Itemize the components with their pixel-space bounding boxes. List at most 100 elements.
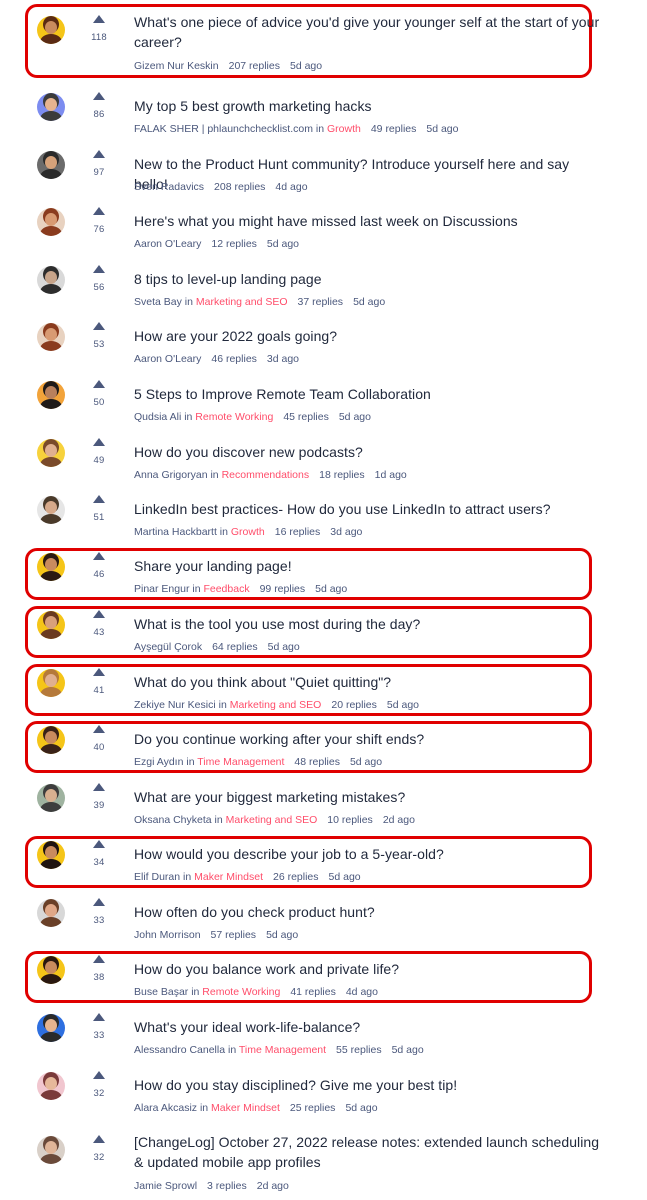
author-name[interactable]: Sveta Bay: [134, 296, 182, 308]
upvote-button[interactable]: 41: [82, 668, 116, 696]
upvote-button[interactable]: 32: [82, 1071, 116, 1099]
discussion-title[interactable]: Do you continue working after your shift…: [134, 729, 604, 749]
discussion-item[interactable]: 76 Here's what you might have missed last…: [0, 207, 647, 257]
reply-count[interactable]: 99 replies: [260, 583, 306, 595]
upvote-button[interactable]: 46: [82, 552, 116, 580]
reply-count[interactable]: 26 replies: [273, 871, 319, 883]
topic-link[interactable]: Time Management: [239, 1044, 326, 1056]
author-name[interactable]: FALAK SHER | phlaunchchecklist.com: [134, 123, 313, 135]
upvote-button[interactable]: 33: [82, 1013, 116, 1041]
reply-count[interactable]: 12 replies: [211, 238, 257, 250]
discussion-item[interactable]: 33 How often do you check product hunt? Jo…: [0, 898, 647, 948]
reply-count[interactable]: 25 replies: [290, 1102, 336, 1114]
discussion-item[interactable]: 118 What's one piece of advice you'd give…: [0, 8, 647, 76]
reply-count[interactable]: 208 replies: [214, 181, 265, 193]
discussion-title[interactable]: How are your 2022 goals going?: [134, 326, 604, 346]
discussion-title[interactable]: Here's what you might have missed last w…: [134, 211, 604, 231]
upvote-button[interactable]: 34: [82, 840, 116, 868]
author-name[interactable]: Ayşegül Çorok: [134, 641, 202, 653]
topic-link[interactable]: Remote Working: [195, 411, 273, 423]
reply-count[interactable]: 16 replies: [275, 526, 321, 538]
upvote-button[interactable]: 40: [82, 725, 116, 753]
author-name[interactable]: Oksana Chyketa: [134, 814, 212, 826]
topic-link[interactable]: Marketing and SEO: [226, 814, 318, 826]
upvote-button[interactable]: 53: [82, 322, 116, 350]
author-name[interactable]: John Morrison: [134, 929, 201, 941]
discussion-title[interactable]: What do you think about "Quiet quitting"…: [134, 672, 604, 692]
reply-count[interactable]: 10 replies: [327, 814, 373, 826]
reply-count[interactable]: 41 replies: [290, 986, 336, 998]
upvote-button[interactable]: 97: [82, 150, 116, 178]
upvote-button[interactable]: 51: [82, 495, 116, 523]
discussion-item[interactable]: 53 How are your 2022 goals going? Aaron O'…: [0, 322, 647, 372]
discussion-title[interactable]: Share your landing page!: [134, 556, 604, 576]
avatar[interactable]: [37, 439, 65, 467]
avatar[interactable]: [37, 899, 65, 927]
discussion-title[interactable]: What's your ideal work-life-balance?: [134, 1017, 604, 1037]
topic-link[interactable]: Growth: [231, 526, 265, 538]
discussion-item[interactable]: 39 What are your biggest marketing mistak…: [0, 783, 647, 833]
discussion-title[interactable]: How often do you check product hunt?: [134, 902, 604, 922]
topic-link[interactable]: Feedback: [203, 583, 249, 595]
author-name[interactable]: Elif Duran: [134, 871, 180, 883]
avatar[interactable]: [37, 784, 65, 812]
upvote-button[interactable]: 39: [82, 783, 116, 811]
upvote-button[interactable]: 49: [82, 438, 116, 466]
upvote-button[interactable]: 32: [82, 1135, 116, 1163]
avatar[interactable]: [37, 1072, 65, 1100]
avatar[interactable]: [37, 323, 65, 351]
author-name[interactable]: Zekiye Nur Kesici: [134, 699, 216, 711]
avatar[interactable]: [37, 611, 65, 639]
avatar[interactable]: [37, 381, 65, 409]
author-name[interactable]: Gizem Nur Keskin: [134, 60, 219, 72]
upvote-button[interactable]: 43: [82, 610, 116, 638]
discussion-title[interactable]: How would you describe your job to a 5-y…: [134, 844, 604, 864]
discussion-title[interactable]: What are your biggest marketing mistakes…: [134, 787, 604, 807]
discussion-item[interactable]: 56 8 tips to level-up landing page Sveta B…: [0, 265, 647, 315]
author-name[interactable]: Aaron O'Leary: [134, 238, 201, 250]
author-name[interactable]: Pinar Engur: [134, 583, 189, 595]
avatar[interactable]: [37, 208, 65, 236]
discussion-item[interactable]: 33 What's your ideal work-life-balance? Al…: [0, 1013, 647, 1063]
discussion-item[interactable]: 43 What is the tool you use most during t…: [0, 610, 647, 660]
upvote-button[interactable]: 38: [82, 955, 116, 983]
avatar[interactable]: [37, 841, 65, 869]
author-name[interactable]: Alessandro Canella: [134, 1044, 225, 1056]
avatar[interactable]: [37, 16, 65, 44]
avatar[interactable]: [37, 496, 65, 524]
discussion-item[interactable]: 97 New to the Product Hunt community? Int…: [0, 150, 647, 200]
author-name[interactable]: Jamie Sprowl: [134, 1180, 197, 1192]
reply-count[interactable]: 48 replies: [294, 756, 340, 768]
avatar[interactable]: [37, 151, 65, 179]
upvote-button[interactable]: 118: [82, 15, 116, 43]
author-name[interactable]: Alara Akcasiz: [134, 1102, 197, 1114]
topic-link[interactable]: Marketing and SEO: [230, 699, 322, 711]
avatar[interactable]: [37, 669, 65, 697]
discussion-title[interactable]: 5 Steps to Improve Remote Team Collabora…: [134, 384, 604, 404]
discussion-item[interactable]: 50 5 Steps to Improve Remote Team Collabo…: [0, 380, 647, 430]
topic-link[interactable]: Remote Working: [202, 986, 280, 998]
discussion-item[interactable]: 46 Share your landing page! Pinar Engur in…: [0, 552, 647, 602]
discussion-item[interactable]: 86 My top 5 best growth marketing hacks FA…: [0, 92, 647, 142]
reply-count[interactable]: 37 replies: [298, 296, 344, 308]
topic-link[interactable]: Recommendations: [222, 469, 310, 481]
topic-link[interactable]: Time Management: [197, 756, 284, 768]
discussion-item[interactable]: 40 Do you continue working after your shi…: [0, 725, 647, 775]
discussion-title[interactable]: My top 5 best growth marketing hacks: [134, 96, 604, 116]
discussion-title[interactable]: How do you balance work and private life…: [134, 959, 604, 979]
discussion-title[interactable]: How do you stay disciplined? Give me you…: [134, 1075, 604, 1095]
avatar[interactable]: [37, 726, 65, 754]
discussion-item[interactable]: 34 How would you describe your job to a 5…: [0, 840, 647, 890]
discussion-title[interactable]: How do you discover new podcasts?: [134, 442, 604, 462]
avatar[interactable]: [37, 266, 65, 294]
topic-link[interactable]: Maker Mindset: [211, 1102, 280, 1114]
reply-count[interactable]: 55 replies: [336, 1044, 382, 1056]
topic-link[interactable]: Growth: [327, 123, 361, 135]
upvote-button[interactable]: 50: [82, 380, 116, 408]
reply-count[interactable]: 3 replies: [207, 1180, 247, 1192]
upvote-button[interactable]: 86: [82, 92, 116, 120]
discussion-item[interactable]: 41 What do you think about "Quiet quittin…: [0, 668, 647, 718]
discussion-title[interactable]: 8 tips to level-up landing page: [134, 269, 604, 289]
discussion-title[interactable]: What's one piece of advice you'd give yo…: [134, 12, 604, 52]
author-name[interactable]: Martina Hackbartt: [134, 526, 217, 538]
